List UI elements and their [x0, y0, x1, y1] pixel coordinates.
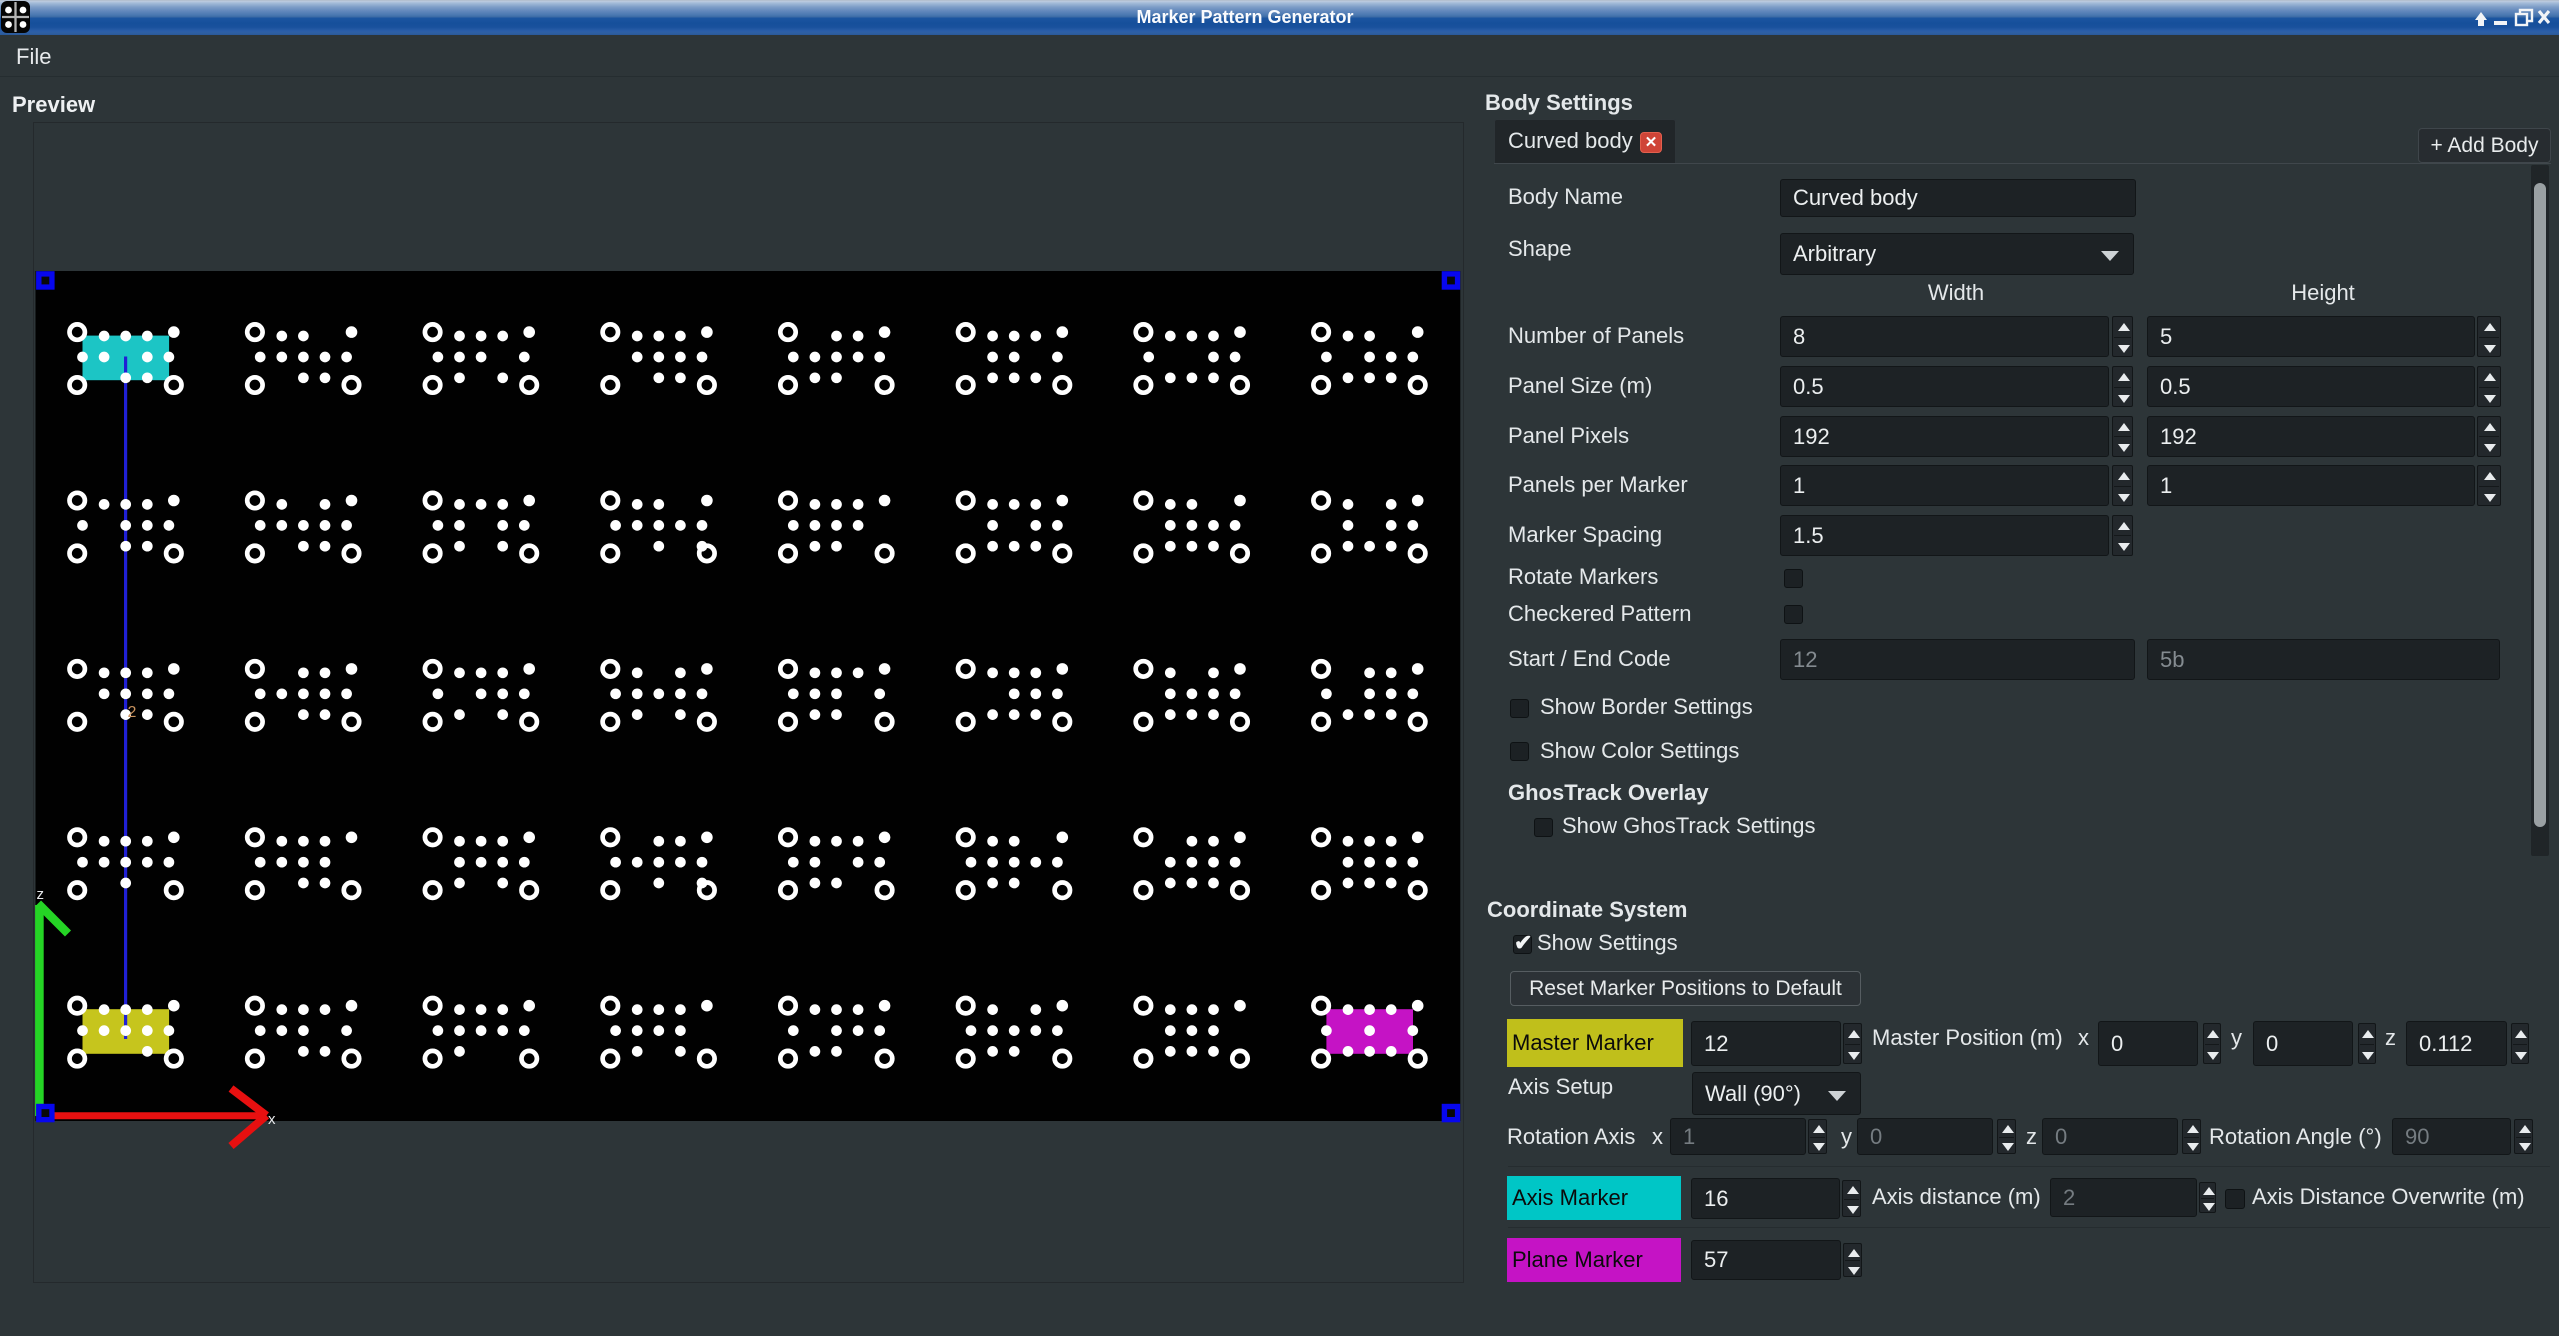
svg-text:2: 2	[128, 704, 137, 721]
svg-text:z: z	[37, 886, 45, 903]
svg-text:x: x	[268, 1111, 276, 1128]
